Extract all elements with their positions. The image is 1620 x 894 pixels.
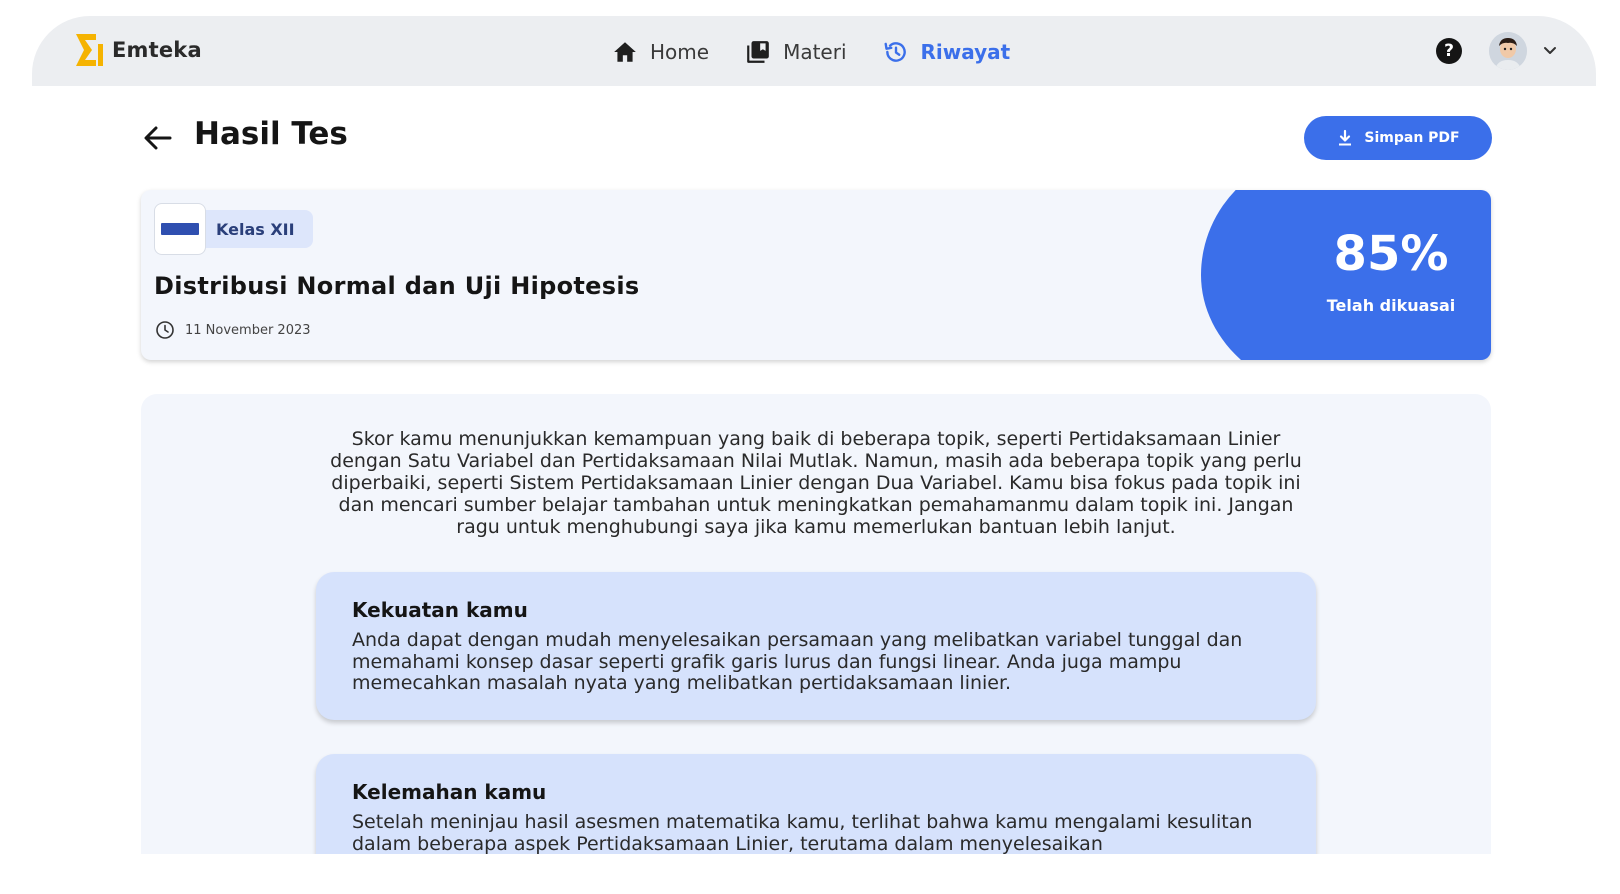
emteka-logo-icon <box>76 34 103 66</box>
test-date: 11 November 2023 <box>185 322 311 338</box>
page-title: Hasil Tes <box>194 116 348 152</box>
score-caption: Telah dikuasai <box>1326 296 1456 315</box>
class-thumbnail <box>154 203 206 255</box>
strength-card: Kekuatan kamu Anda dapat dengan mudah me… <box>316 572 1316 720</box>
feedback-area: Skor kamu menunjukkan kemampuan yang bai… <box>141 394 1491 854</box>
home-icon <box>614 42 636 62</box>
nav-item-materi[interactable]: Materi <box>745 39 847 65</box>
user-avatar-icon <box>1489 32 1527 70</box>
weakness-card: Kelemahan kamu Setelah meninjau hasil as… <box>316 754 1316 854</box>
help-icon[interactable]: ? <box>1436 38 1462 64</box>
strength-body: Anda dapat dengan mudah menyelesaikan pe… <box>352 629 1243 694</box>
test-title: Distribusi Normal dan Uji Hipotesis <box>154 272 640 300</box>
strength-title: Kekuatan kamu <box>352 598 528 622</box>
history-icon <box>884 42 906 62</box>
save-pdf-label: Simpan PDF <box>1364 130 1460 146</box>
back-arrow-icon[interactable] <box>142 124 174 152</box>
save-pdf-button[interactable]: Simpan PDF <box>1304 116 1492 160</box>
chevron-down-icon[interactable] <box>1540 40 1560 60</box>
brand-name: Emteka <box>112 38 202 62</box>
weakness-body: Setelah meninjau hasil asesmen matematik… <box>352 811 1253 854</box>
feedback-summary: Skor kamu menunjukkan kemampuan yang bai… <box>330 428 1302 538</box>
avatar[interactable] <box>1489 32 1527 70</box>
nav-label-riwayat: Riwayat <box>920 40 1011 64</box>
score-box: 85% Telah dikuasai <box>1301 230 1481 315</box>
clock-icon <box>156 321 174 339</box>
library-icon <box>747 41 769 63</box>
test-summary-card: Kelas XII Distribusi Normal dan Uji Hipo… <box>141 190 1491 360</box>
nav-item-riwayat[interactable]: Riwayat <box>883 39 1011 65</box>
brand[interactable]: Emteka <box>74 32 202 68</box>
nav-label-materi: Materi <box>783 40 847 64</box>
test-date-row: 11 November 2023 <box>155 320 311 340</box>
main-nav: Home Materi Riwayat <box>612 34 1046 70</box>
download-icon <box>1339 129 1352 146</box>
class-badge: Kelas XII <box>154 203 313 255</box>
nav-item-home[interactable]: Home <box>612 39 709 65</box>
weakness-title: Kelemahan kamu <box>352 780 547 804</box>
nav-label-home: Home <box>650 40 710 64</box>
score-value: 85% <box>1333 226 1449 282</box>
class-label: Kelas XII <box>216 219 295 239</box>
top-navigation-bar: Emteka Home Materi Riwayat ? <box>32 16 1596 86</box>
class-thumbnail-image <box>161 223 199 235</box>
